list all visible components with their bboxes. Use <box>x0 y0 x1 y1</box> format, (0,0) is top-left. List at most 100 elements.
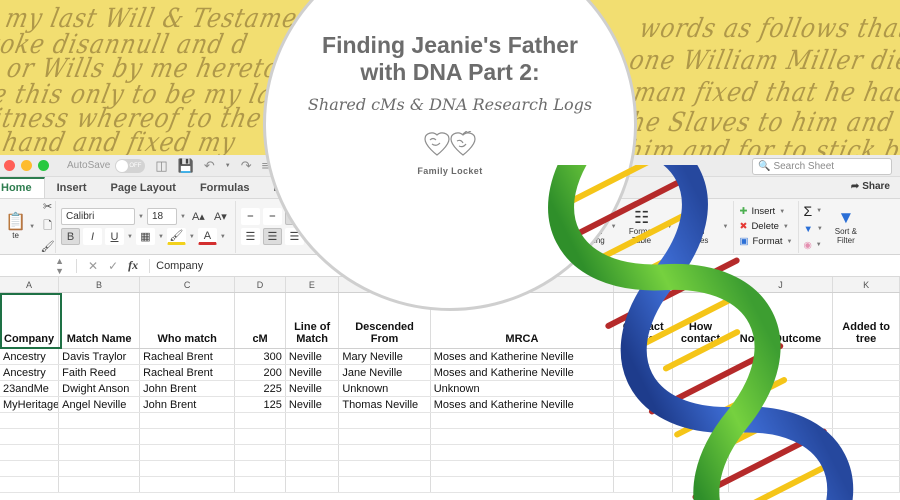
cell-descended[interactable]: Mary Neville <box>339 349 431 364</box>
delete-cells-dropdown-icon[interactable]: ▼ <box>783 224 789 230</box>
align-left-icon[interactable]: ☰ <box>240 228 260 245</box>
empty-row[interactable] <box>0 429 900 445</box>
cancel-icon[interactable]: ✕ <box>83 259 103 273</box>
cell-descended[interactable]: Thomas Neville <box>339 397 431 412</box>
align-middle-icon[interactable]: ⎯ <box>262 208 282 225</box>
cell-styles-button[interactable]: 🖌 Cell Styles <box>676 208 720 245</box>
increase-font-size-icon[interactable]: A▴ <box>189 208 208 225</box>
font-color-dropdown-icon[interactable]: ▼ <box>220 234 226 240</box>
cell-mrca[interactable]: Unknown <box>431 381 615 396</box>
undo-dropdown-icon[interactable]: ▼ <box>225 163 231 169</box>
insert-cells-dropdown-icon[interactable]: ▼ <box>779 209 785 215</box>
fill-dropdown-icon[interactable]: ▼ <box>817 226 823 232</box>
autosum-dropdown-icon[interactable]: ▼ <box>816 208 822 214</box>
align-center-icon[interactable]: ☰ <box>262 228 282 245</box>
maximize-window-button[interactable] <box>38 160 49 171</box>
underline-dropdown-icon[interactable]: ▼ <box>127 234 133 240</box>
column-header-d[interactable]: D <box>235 277 286 292</box>
cell-who-match[interactable]: Racheal Brent <box>140 365 236 380</box>
format-cells-dropdown-icon[interactable]: ▼ <box>787 239 793 245</box>
cell-how-contact[interactable] <box>673 381 729 396</box>
font-size-dropdown-icon[interactable]: ▼ <box>180 214 186 220</box>
font-size-input[interactable]: 18 <box>146 208 177 225</box>
cell-contact-date[interactable] <box>614 397 674 412</box>
scissors-icon[interactable]: ✂ <box>38 198 57 215</box>
cell-notes[interactable] <box>729 397 834 412</box>
cell-line[interactable]: Neville <box>286 365 340 380</box>
insert-function-icon[interactable]: fx <box>123 258 143 273</box>
autosum-button[interactable]: Σ ▼ <box>804 203 823 219</box>
cell-notes[interactable] <box>729 381 834 396</box>
column-header-e[interactable]: E <box>286 277 340 292</box>
format-as-table-button[interactable]: ☷ Format Table <box>620 208 664 245</box>
cell-company[interactable]: Ancestry <box>0 365 60 380</box>
new-window-icon[interactable]: ◫ <box>155 158 167 174</box>
cell-added[interactable] <box>833 397 900 412</box>
clear-dropdown-icon[interactable]: ▼ <box>816 242 822 248</box>
fill-button[interactable]: ▼ ▼ <box>804 224 823 235</box>
column-header-i[interactable]: I <box>673 277 729 292</box>
header-who-match[interactable]: Who match <box>140 293 236 348</box>
cell-styles-dropdown-icon[interactable]: ▼ <box>723 224 729 230</box>
autosave-control[interactable]: AutoSave OFF <box>67 158 146 173</box>
conditional-formatting-dropdown-icon[interactable]: ▼ <box>611 224 617 230</box>
cell-descended[interactable]: Jane Neville <box>339 365 431 380</box>
bold-button[interactable]: B <box>61 228 80 245</box>
cell-match-name[interactable]: Davis Traylor <box>59 349 141 364</box>
cell-mrca[interactable]: Moses and Katherine Neville <box>431 365 615 380</box>
sort-and-filter-button[interactable]: ▼ Sort & Filter <box>826 208 866 245</box>
column-header-c[interactable]: C <box>140 277 236 292</box>
cell-company[interactable]: Ancestry <box>0 349 60 364</box>
cell-line[interactable]: Neville <box>286 397 340 412</box>
underline-button[interactable]: U <box>105 228 124 245</box>
paste-button[interactable]: 📋 te <box>5 212 26 240</box>
italic-button[interactable]: I <box>83 228 102 245</box>
cell-company[interactable]: 23andMe <box>0 381 60 396</box>
accept-icon[interactable]: ✓ <box>103 259 123 273</box>
column-header-a[interactable]: A <box>0 277 60 292</box>
align-top-icon[interactable]: ⎯ <box>240 208 260 225</box>
cell-added[interactable] <box>833 381 900 396</box>
fill-color-dropdown-icon[interactable]: ▼ <box>189 234 195 240</box>
header-contact-date[interactable]: Contact date <box>614 293 674 348</box>
format-cells-button[interactable]: ▣ Format ▼ <box>739 236 792 247</box>
cell-company[interactable]: MyHeritage <box>0 397 60 412</box>
cell-line[interactable]: Neville <box>286 349 340 364</box>
header-match-name[interactable]: Match Name <box>59 293 141 348</box>
close-window-button[interactable] <box>4 160 15 171</box>
cell-mrca[interactable]: Moses and Katherine Neville <box>431 349 615 364</box>
column-header-k[interactable]: K <box>833 277 900 292</box>
cell-who-match[interactable]: John Brent <box>140 381 236 396</box>
header-notes-outcome[interactable]: Notes/Outcome <box>729 293 834 348</box>
empty-row[interactable] <box>0 413 900 429</box>
cell-contact-date[interactable] <box>614 349 674 364</box>
cell-notes[interactable] <box>729 349 834 364</box>
cell-added[interactable] <box>833 365 900 380</box>
column-header-j[interactable]: J <box>729 277 834 292</box>
cell-who-match[interactable]: John Brent <box>140 397 236 412</box>
header-line-of-match[interactable]: Line of Match <box>286 293 340 348</box>
borders-icon[interactable]: ▦ <box>135 228 155 245</box>
cell-added[interactable] <box>833 349 900 364</box>
cell-match-name[interactable]: Dwight Anson <box>59 381 141 396</box>
autosave-toggle[interactable]: OFF <box>115 158 146 173</box>
cell-contact-date[interactable] <box>614 381 674 396</box>
insert-cells-button[interactable]: ✚ Insert ▼ <box>739 206 792 217</box>
format-as-table-dropdown-icon[interactable]: ▼ <box>667 224 673 230</box>
clear-button[interactable]: ◉ ▼ <box>804 240 823 251</box>
minimize-window-button[interactable] <box>21 160 32 171</box>
save-icon[interactable]: 💾 <box>178 158 194 174</box>
cell-how-contact[interactable] <box>673 365 729 380</box>
cell-match-name[interactable]: Faith Reed <box>59 365 141 380</box>
font-color-icon[interactable]: A <box>197 228 217 245</box>
tab-formulas[interactable]: Formulas <box>188 179 262 198</box>
decrease-font-size-icon[interactable]: A▾ <box>211 208 230 225</box>
column-header-b[interactable]: B <box>59 277 141 292</box>
name-box[interactable]: ▲ ▼ <box>0 256 70 276</box>
empty-row[interactable] <box>0 461 900 477</box>
cell-cm[interactable]: 300 <box>235 349 286 364</box>
header-company[interactable]: Company <box>0 293 60 348</box>
header-cm[interactable]: cM <box>235 293 286 348</box>
copy-icon[interactable]: 🗋 <box>38 218 57 235</box>
font-name-input[interactable]: Calibri <box>61 208 135 225</box>
